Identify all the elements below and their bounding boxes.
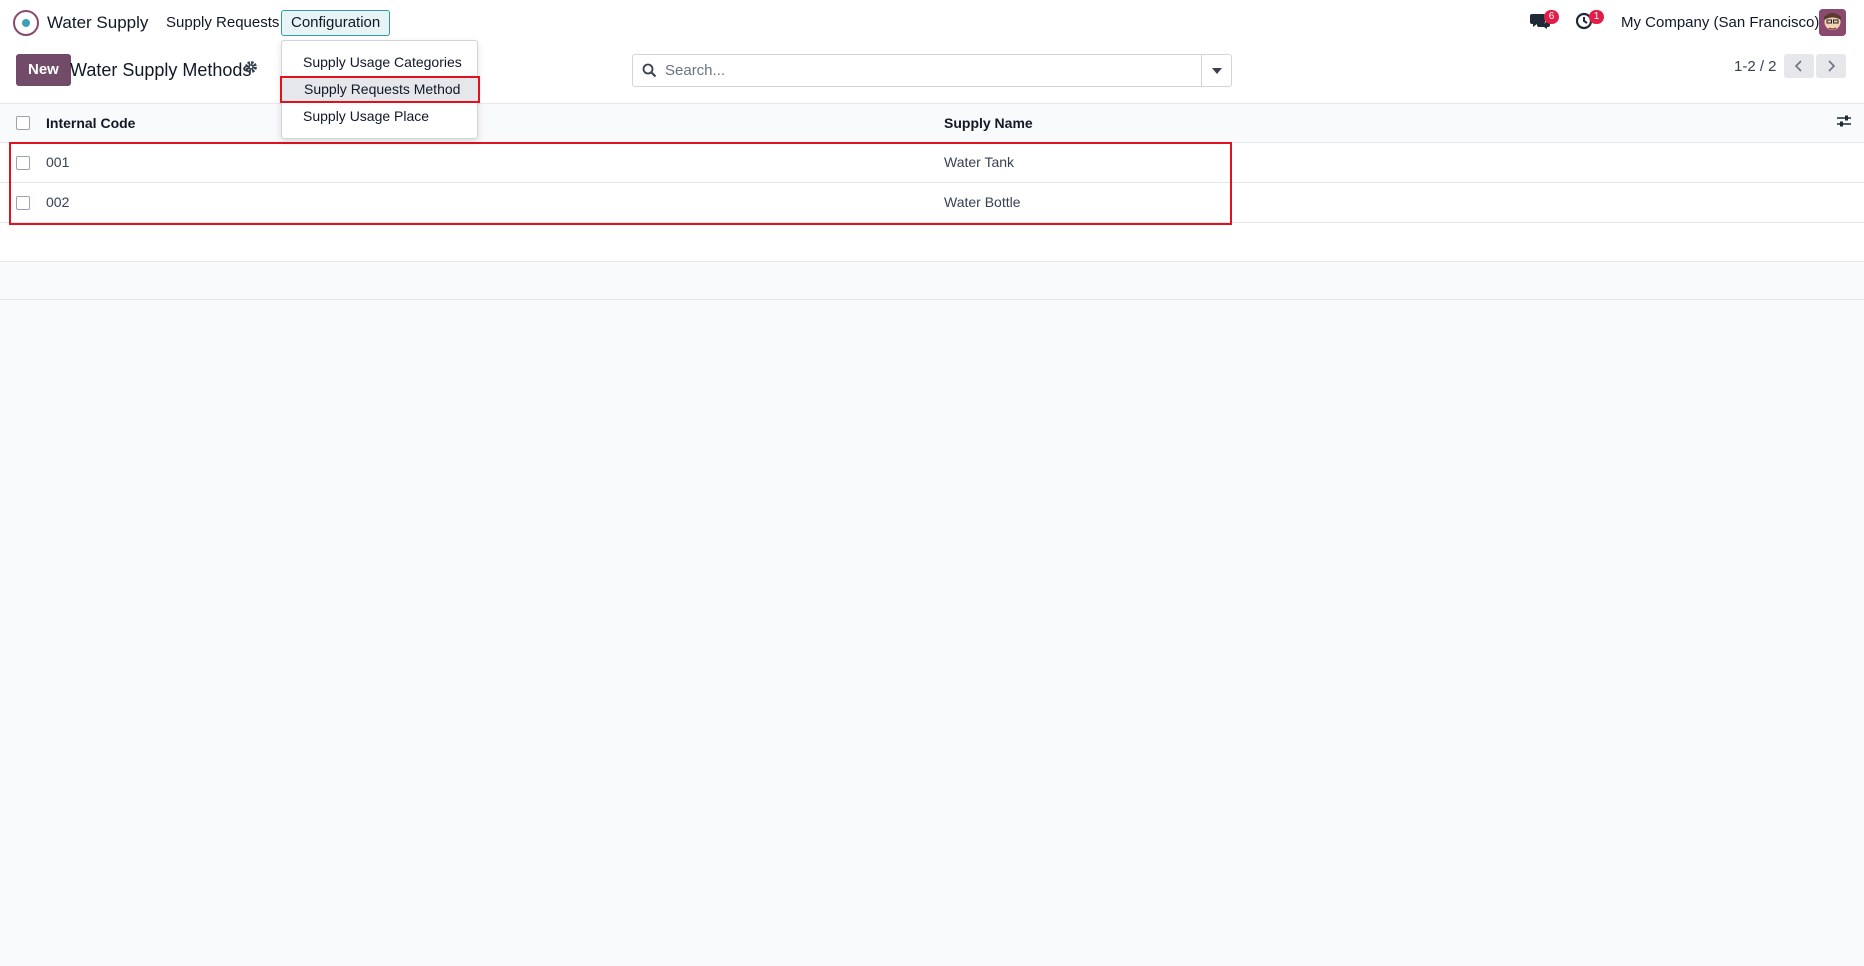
cell-internal-code: 002 xyxy=(46,194,70,210)
activity-clock-icon[interactable]: 1 xyxy=(1575,10,1604,34)
app-logo-icon[interactable] xyxy=(13,10,39,36)
table-footer xyxy=(0,262,1864,300)
user-avatar[interactable] xyxy=(1819,9,1846,36)
top-navbar: Water Supply Supply Requests Configurati… xyxy=(0,0,1864,46)
column-header-internal-code[interactable]: Internal Code xyxy=(46,115,135,131)
list-view-table: Internal Code Supply Name 001 Water Tank… xyxy=(0,104,1864,300)
cell-supply-name: Water Bottle xyxy=(944,194,1021,210)
menu-item-supply-requests-method[interactable]: Supply Requests Method xyxy=(280,76,480,103)
chevron-right-icon xyxy=(1828,60,1835,72)
activity-badge: 1 xyxy=(1589,10,1604,24)
menu-item-supply-usage-categories[interactable]: Supply Usage Categories xyxy=(283,49,478,76)
column-settings-icon[interactable] xyxy=(1836,114,1854,132)
pager-previous-button[interactable] xyxy=(1784,54,1814,78)
row-checkbox[interactable] xyxy=(16,196,30,210)
menu-supply-requests[interactable]: Supply Requests xyxy=(166,14,279,31)
row-checkbox[interactable] xyxy=(16,156,30,170)
chevron-left-icon xyxy=(1795,60,1802,72)
chat-badge: 6 xyxy=(1544,10,1559,24)
table-row[interactable]: 001 Water Tank xyxy=(0,143,1864,183)
table-row[interactable]: 002 Water Bottle xyxy=(0,183,1864,223)
select-all-checkbox[interactable] xyxy=(16,116,30,130)
empty-row xyxy=(0,223,1864,262)
search-icon xyxy=(642,63,658,79)
caret-down-icon xyxy=(1211,67,1222,74)
cell-internal-code: 001 xyxy=(46,154,70,170)
menu-item-supply-usage-place[interactable]: Supply Usage Place xyxy=(283,103,478,130)
configuration-dropdown-menu: Supply Usage Categories Supply Requests … xyxy=(280,40,480,139)
search-bar xyxy=(632,54,1232,87)
app-name[interactable]: Water Supply xyxy=(47,13,148,33)
table-header: Internal Code Supply Name xyxy=(0,104,1864,143)
column-header-supply-name[interactable]: Supply Name xyxy=(944,115,1033,131)
new-button[interactable]: New xyxy=(16,54,71,86)
gear-icon[interactable] xyxy=(244,60,262,78)
pager-next-button[interactable] xyxy=(1816,54,1846,78)
pager-value[interactable]: 1-2 / 2 xyxy=(1734,58,1777,75)
search-options-toggle[interactable] xyxy=(1201,55,1231,86)
page-title[interactable]: Water Supply Methods xyxy=(70,60,251,81)
company-switcher[interactable]: My Company (San Francisco) xyxy=(1621,14,1819,31)
menu-configuration[interactable]: Configuration xyxy=(281,10,391,36)
chat-icon[interactable]: 6 xyxy=(1530,10,1559,34)
cell-supply-name: Water Tank xyxy=(944,154,1015,170)
search-input[interactable] xyxy=(665,55,1205,86)
